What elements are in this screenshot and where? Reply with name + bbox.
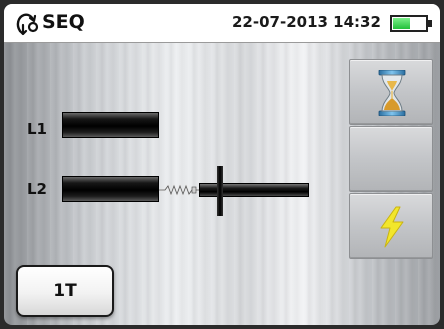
instrument-screen: SEQ 22-07-2013 14:32 L1 L2 1T	[4, 4, 440, 325]
phase-l1-bar	[62, 112, 159, 138]
test-lead-cable	[159, 183, 204, 197]
blank-function-button[interactable]	[349, 126, 433, 192]
battery-level-fill	[393, 18, 410, 29]
measure-button[interactable]	[349, 193, 433, 259]
page-title: SEQ	[42, 11, 85, 33]
mode-1t-button[interactable]: 1T	[16, 265, 114, 317]
probe-body	[199, 183, 309, 197]
lightning-icon	[380, 206, 404, 248]
status-header: SEQ 22-07-2013 14:32	[4, 4, 440, 43]
phase-l2-bar	[62, 176, 159, 202]
phase-label-l1: L1	[27, 120, 47, 138]
battery-icon	[390, 15, 428, 32]
date-time-display: 22-07-2013 14:32	[232, 13, 381, 31]
probe-connector	[217, 166, 223, 216]
phase-label-l2: L2	[27, 180, 47, 198]
battery-terminal	[428, 20, 432, 27]
phase-sequence-icon	[16, 13, 39, 36]
hourglass-icon	[378, 70, 406, 116]
start-wait-button[interactable]	[349, 59, 433, 125]
